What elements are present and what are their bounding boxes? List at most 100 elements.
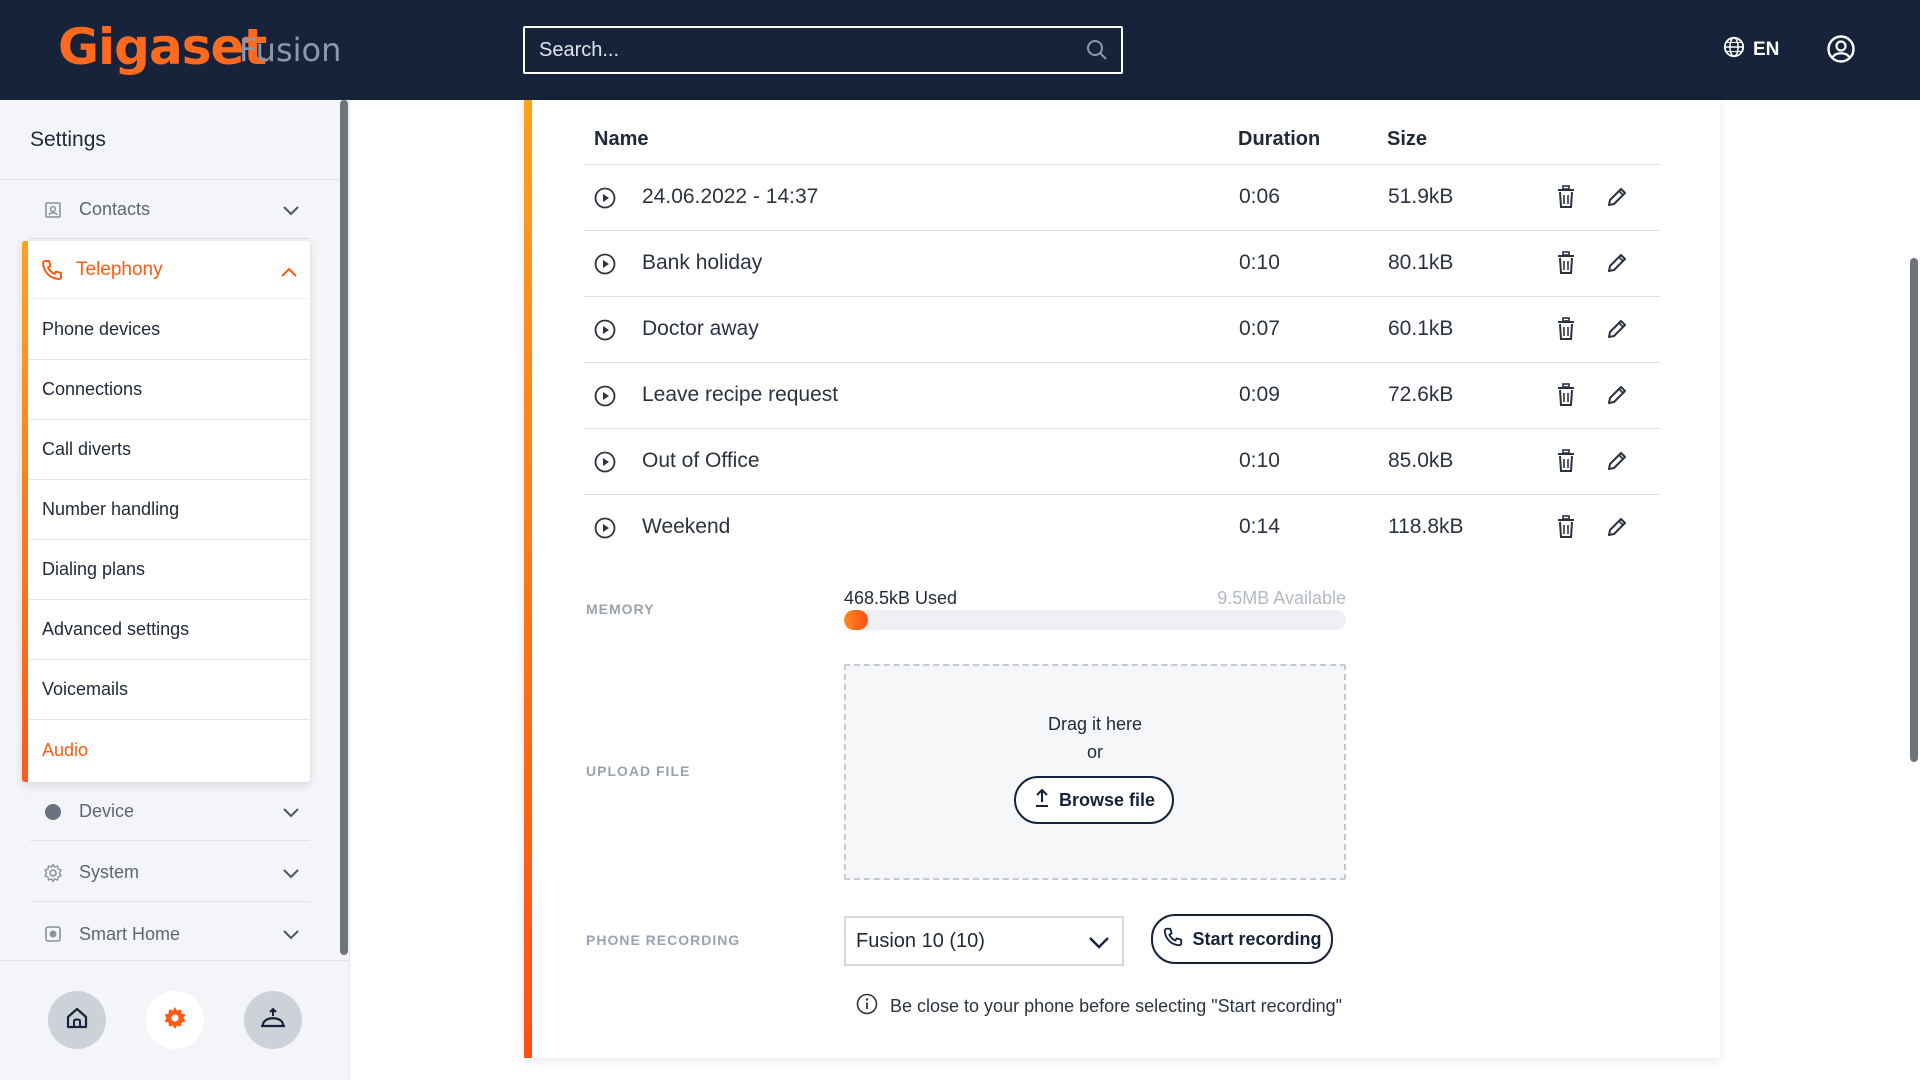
- trash-icon[interactable]: [1556, 251, 1576, 280]
- recording-duration: 0:06: [1239, 185, 1280, 208]
- product-name: Fusion: [239, 31, 342, 69]
- upload-file-label: UPLOAD FILE: [586, 763, 691, 779]
- sidebar-subitem-voicemails[interactable]: Voicemails: [28, 660, 310, 720]
- brand-logo[interactable]: Gigaset: [58, 18, 267, 76]
- start-recording-button[interactable]: Start recording: [1151, 914, 1333, 964]
- trash-icon[interactable]: [1556, 317, 1576, 346]
- dome-icon: [259, 1005, 287, 1036]
- gear-icon: [41, 863, 65, 883]
- play-icon[interactable]: [594, 451, 616, 478]
- info-icon: [856, 993, 878, 1020]
- gear-icon: [162, 1005, 188, 1036]
- pencil-icon[interactable]: [1606, 384, 1628, 411]
- sidebar-subitem-call-diverts[interactable]: Call diverts: [28, 420, 310, 480]
- recording-size: 72.6kB: [1388, 383, 1454, 406]
- recording-size: 80.1kB: [1388, 251, 1454, 274]
- table-row: 24.06.2022 - 14:37 0:06 51.9kB: [584, 164, 1660, 230]
- trash-icon[interactable]: [1556, 383, 1576, 412]
- chevron-down-icon: [282, 201, 300, 222]
- pencil-icon[interactable]: [1606, 450, 1628, 477]
- upload-icon: [1033, 788, 1051, 813]
- top-header: Gigaset Fusion EN: [0, 0, 1920, 100]
- search-input[interactable]: [539, 28, 1059, 72]
- trash-icon[interactable]: [1556, 185, 1576, 214]
- recording-size: 60.1kB: [1388, 317, 1454, 340]
- recording-name: Bank holiday: [642, 251, 763, 274]
- home-icon: [64, 1005, 90, 1036]
- memory-progress-bar: [844, 610, 1346, 630]
- trash-icon[interactable]: [1556, 449, 1576, 478]
- recording-name: Doctor away: [642, 317, 759, 340]
- recording-device-select[interactable]: Fusion 10 (10): [844, 916, 1124, 966]
- column-header-name[interactable]: Name: [594, 128, 648, 151]
- memory-progress-fill: [844, 610, 869, 630]
- column-header-size[interactable]: Size: [1387, 128, 1427, 151]
- play-icon[interactable]: [594, 385, 616, 412]
- sidebar-subitem-audio[interactable]: Audio: [28, 720, 310, 780]
- home-button[interactable]: [48, 991, 106, 1049]
- language-label: EN: [1753, 39, 1780, 60]
- recording-duration: 0:10: [1239, 251, 1280, 274]
- table-row: Out of Office 0:10 85.0kB: [584, 428, 1660, 494]
- audio-settings-card: Name Duration Size 24.06.2022 - 14:37 0:…: [524, 100, 1720, 1058]
- settings-button[interactable]: [146, 991, 204, 1049]
- file-drop-zone[interactable]: Drag it here or Browse file: [844, 664, 1346, 880]
- sidebar-subitem-number-handling[interactable]: Number handling: [28, 480, 310, 540]
- table-row: Doctor away 0:07 60.1kB: [584, 296, 1660, 362]
- phone-icon: [40, 258, 64, 282]
- play-icon[interactable]: [594, 187, 616, 214]
- user-account-icon[interactable]: [1826, 34, 1856, 69]
- sidebar-item-contacts[interactable]: Contacts: [30, 181, 310, 239]
- recording-hint-text: Be close to your phone before selecting …: [890, 996, 1343, 1016]
- sidebar-group-telephony: Telephony Phone devices Connections Call…: [22, 241, 310, 782]
- recording-size: 85.0kB: [1388, 449, 1454, 472]
- sidebar-item-label: System: [79, 862, 140, 882]
- contacts-icon: [41, 201, 65, 219]
- language-switcher[interactable]: EN: [1723, 36, 1779, 64]
- sidebar-subitem-dialing-plans[interactable]: Dialing plans: [28, 540, 310, 600]
- sidebar-subitem-advanced-settings[interactable]: Advanced settings: [28, 600, 310, 660]
- sidebar-title: Settings: [30, 128, 106, 151]
- pencil-icon[interactable]: [1606, 318, 1628, 345]
- play-icon[interactable]: [594, 517, 616, 544]
- recording-duration: 0:07: [1239, 317, 1280, 340]
- recording-name: Weekend: [642, 515, 731, 538]
- pencil-icon[interactable]: [1606, 516, 1628, 543]
- sidebar-scrollbar[interactable]: [340, 100, 348, 955]
- search-icon[interactable]: [1085, 38, 1109, 67]
- sidebar-item-label: Device: [79, 801, 135, 821]
- sidebar-subitem-connections[interactable]: Connections: [28, 360, 310, 420]
- recording-size: 118.8kB: [1388, 515, 1464, 538]
- recording-name: Leave recipe request: [642, 383, 839, 406]
- chevron-down-icon: [282, 864, 300, 885]
- table-row: Bank holiday 0:10 80.1kB: [584, 230, 1660, 296]
- sidebar-item-system[interactable]: System: [30, 844, 310, 902]
- sidebar-item-telephony[interactable]: Telephony: [28, 241, 310, 299]
- card-accent-bar: [524, 100, 532, 1058]
- recording-hint: Be close to your phone before selecting …: [856, 993, 1342, 1020]
- chevron-up-icon: [280, 262, 298, 284]
- dome-button[interactable]: [244, 991, 302, 1049]
- browse-file-button[interactable]: Browse file: [1014, 776, 1174, 824]
- recording-name: 24.06.2022 - 14:37: [642, 185, 819, 208]
- play-icon[interactable]: [594, 253, 616, 280]
- sidebar-subitem-phone-devices[interactable]: Phone devices: [28, 300, 310, 360]
- recording-name: Out of Office: [642, 449, 760, 472]
- column-header-duration[interactable]: Duration: [1238, 128, 1320, 151]
- recording-duration: 0:14: [1239, 515, 1280, 538]
- selected-device: Fusion 10 (10): [856, 929, 985, 952]
- pencil-icon[interactable]: [1606, 252, 1628, 279]
- recording-size: 51.9kB: [1388, 185, 1454, 208]
- recording-duration: 0:10: [1239, 449, 1280, 472]
- sidebar-item-smart-home[interactable]: Smart Home: [30, 905, 310, 963]
- sidebar-item-device[interactable]: Device: [30, 783, 310, 841]
- trash-icon[interactable]: [1556, 515, 1576, 544]
- main-scrollbar[interactable]: [1910, 258, 1918, 762]
- start-recording-label: Start recording: [1192, 928, 1322, 949]
- play-icon[interactable]: [594, 319, 616, 346]
- smart-home-icon: [41, 925, 65, 943]
- pencil-icon[interactable]: [1606, 186, 1628, 213]
- memory-used-text: 468.5kB Used: [844, 588, 958, 608]
- sidebar-item-label: Telephony: [76, 258, 163, 280]
- table-row: Leave recipe request 0:09 72.6kB: [584, 362, 1660, 428]
